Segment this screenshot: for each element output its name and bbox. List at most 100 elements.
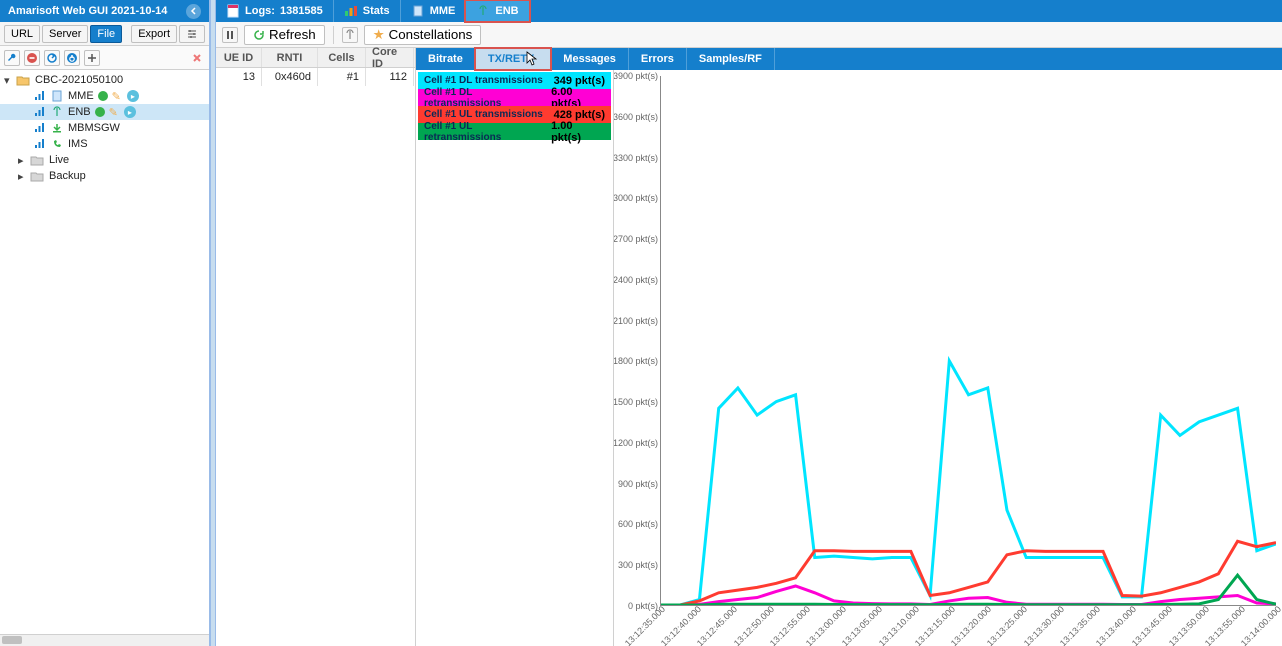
legend-value: 1.00 pkt(s) bbox=[551, 120, 605, 144]
chart-area: Bitrate TX/RETX Messages Errors Samples/… bbox=[416, 48, 1282, 646]
subtab-bitrate[interactable]: Bitrate bbox=[416, 48, 476, 70]
tree-toolbar bbox=[0, 46, 209, 70]
server-tree: ▾ CBC-2021050100 MME ✎ ▸ ENB ✎ ▸ MBMSGW bbox=[0, 70, 209, 634]
tree-item-enb[interactable]: ENB ✎ ▸ bbox=[0, 104, 209, 120]
chart-body: Cell #1 DL transmissions 349 pkt(s) Cell… bbox=[416, 70, 1282, 646]
folder-icon bbox=[16, 74, 30, 86]
plot[interactable]: 0 pkt(s)300 pkt(s)600 pkt(s)900 pkt(s)12… bbox=[614, 70, 1282, 646]
tree-item-label: ENB bbox=[68, 106, 91, 118]
refresh-icon bbox=[253, 29, 265, 41]
add-icon[interactable] bbox=[84, 50, 100, 66]
tree-item-ims[interactable]: IMS bbox=[0, 136, 209, 152]
play-icon[interactable]: ▸ bbox=[124, 106, 136, 118]
tab-mme[interactable]: MME bbox=[401, 0, 467, 22]
signal-icon bbox=[34, 138, 46, 150]
clear-icon[interactable] bbox=[189, 50, 205, 66]
subtabs: Bitrate TX/RETX Messages Errors Samples/… bbox=[416, 48, 1282, 70]
cell-ueid: 13 bbox=[216, 68, 262, 86]
phone-icon bbox=[51, 138, 63, 150]
tree-backup[interactable]: ▸ Backup bbox=[0, 168, 209, 184]
legend-label: Cell #1 DL transmissions bbox=[424, 75, 543, 86]
antenna-icon[interactable] bbox=[342, 27, 358, 43]
th-core[interactable]: Core ID bbox=[366, 48, 414, 67]
cell-cells: #1 bbox=[318, 68, 366, 86]
plot-canvas bbox=[660, 76, 1276, 606]
expand-icon[interactable]: ▸ bbox=[18, 154, 28, 167]
stop-icon[interactable] bbox=[24, 50, 40, 66]
tree-item-label: MBMSGW bbox=[68, 122, 120, 134]
legend-panel: Cell #1 DL transmissions 349 pkt(s) Cell… bbox=[416, 70, 614, 646]
legend-label: Cell #1 UL transmissions bbox=[424, 109, 543, 120]
folder-icon bbox=[30, 170, 44, 182]
constellations-label: Constellations bbox=[389, 27, 473, 42]
signal-icon bbox=[34, 106, 46, 118]
cell-rnti: 0x460d bbox=[262, 68, 318, 86]
settings-button[interactable] bbox=[179, 25, 205, 43]
edit-icon[interactable]: ✎ bbox=[112, 90, 121, 103]
top-tabs: Logs: 1381585 Stats MME ENB bbox=[216, 0, 1282, 22]
tab-logs[interactable]: Logs: 1381585 bbox=[216, 0, 334, 22]
restart-icon[interactable] bbox=[44, 50, 60, 66]
tab-stats[interactable]: Stats bbox=[334, 0, 401, 22]
antenna-icon bbox=[51, 106, 63, 118]
collapse-icon[interactable]: ▾ bbox=[4, 74, 14, 87]
play-icon[interactable]: ▸ bbox=[127, 90, 139, 102]
tree-live[interactable]: ▸ Live bbox=[0, 152, 209, 168]
content-row: UE ID RNTI Cells Core ID 13 0x460d #1 11… bbox=[216, 48, 1282, 646]
tree-root[interactable]: ▾ CBC-2021050100 bbox=[0, 72, 209, 88]
tree-item-mbmsgw[interactable]: MBMSGW bbox=[0, 120, 209, 136]
subtab-messages[interactable]: Messages bbox=[551, 48, 629, 70]
expand-icon[interactable]: ▸ bbox=[18, 170, 28, 183]
server-button[interactable]: Server bbox=[42, 25, 88, 43]
url-button[interactable]: URL bbox=[4, 25, 40, 43]
collapse-left-icon[interactable] bbox=[186, 4, 201, 19]
file-button[interactable]: File bbox=[90, 25, 122, 43]
ue-table-body: 13 0x460d #1 112 bbox=[216, 68, 415, 646]
tab-logs-value: 1381585 bbox=[280, 5, 323, 17]
th-rnti[interactable]: RNTI bbox=[262, 48, 318, 67]
legend-row[interactable]: Cell #1 DL retransmissions 6.00 pkt(s) bbox=[418, 89, 611, 106]
tree-item-mme[interactable]: MME ✎ ▸ bbox=[0, 88, 209, 104]
export-button[interactable]: Export bbox=[131, 25, 177, 43]
subtab-txretx[interactable]: TX/RETX bbox=[476, 48, 551, 70]
tab-stats-label: Stats bbox=[363, 5, 390, 17]
doc-icon bbox=[411, 4, 425, 18]
tree-item-label: MME bbox=[68, 90, 94, 102]
poweroff-icon[interactable] bbox=[64, 50, 80, 66]
legend-row[interactable]: Cell #1 UL retransmissions 1.00 pkt(s) bbox=[418, 123, 611, 140]
th-ueid[interactable]: UE ID bbox=[216, 48, 262, 67]
tree-scrollbar[interactable] bbox=[0, 634, 209, 646]
tree-live-label: Live bbox=[49, 154, 69, 166]
wrench-icon[interactable] bbox=[4, 50, 20, 66]
tab-mme-label: MME bbox=[430, 5, 456, 17]
table-row[interactable]: 13 0x460d #1 112 bbox=[216, 68, 415, 86]
status-ok-icon bbox=[95, 107, 105, 117]
subtab-samples[interactable]: Samples/RF bbox=[687, 48, 775, 70]
tab-enb[interactable]: ENB bbox=[466, 0, 529, 22]
th-cells[interactable]: Cells bbox=[318, 48, 366, 67]
status-ok-icon bbox=[98, 91, 108, 101]
y-axis: 0 pkt(s)300 pkt(s)600 pkt(s)900 pkt(s)12… bbox=[614, 76, 660, 606]
folder-icon bbox=[30, 154, 44, 166]
refresh-label: Refresh bbox=[269, 27, 316, 42]
x-axis: 13:12:35.00013:12:40.00013:12:45.00013:1… bbox=[660, 606, 1276, 646]
edit-icon[interactable]: ✎ bbox=[109, 106, 118, 119]
constellations-button[interactable]: ★ Constellations bbox=[364, 25, 482, 45]
tree-item-label: IMS bbox=[68, 138, 88, 150]
right-area: Logs: 1381585 Stats MME ENB Refresh ★ Co… bbox=[216, 0, 1282, 646]
refresh-button[interactable]: Refresh bbox=[244, 25, 325, 45]
antenna-icon bbox=[476, 4, 490, 18]
app-header: Amarisoft Web GUI 2021-10-14 bbox=[0, 0, 209, 22]
left-sidebar: Amarisoft Web GUI 2021-10-14 URL Server … bbox=[0, 0, 210, 646]
signal-icon bbox=[34, 122, 46, 134]
cell-core: 112 bbox=[366, 68, 414, 86]
tree-backup-label: Backup bbox=[49, 170, 86, 182]
ue-table: UE ID RNTI Cells Core ID 13 0x460d #1 11… bbox=[216, 48, 416, 646]
tab-logs-label: Logs: bbox=[245, 5, 275, 17]
left-toolbar: URL Server File Export bbox=[0, 22, 209, 46]
pause-icon[interactable] bbox=[222, 27, 238, 43]
cursor-icon bbox=[526, 51, 538, 67]
app-title: Amarisoft Web GUI 2021-10-14 bbox=[8, 5, 167, 17]
subtab-errors[interactable]: Errors bbox=[629, 48, 687, 70]
sliders-icon bbox=[186, 28, 198, 40]
